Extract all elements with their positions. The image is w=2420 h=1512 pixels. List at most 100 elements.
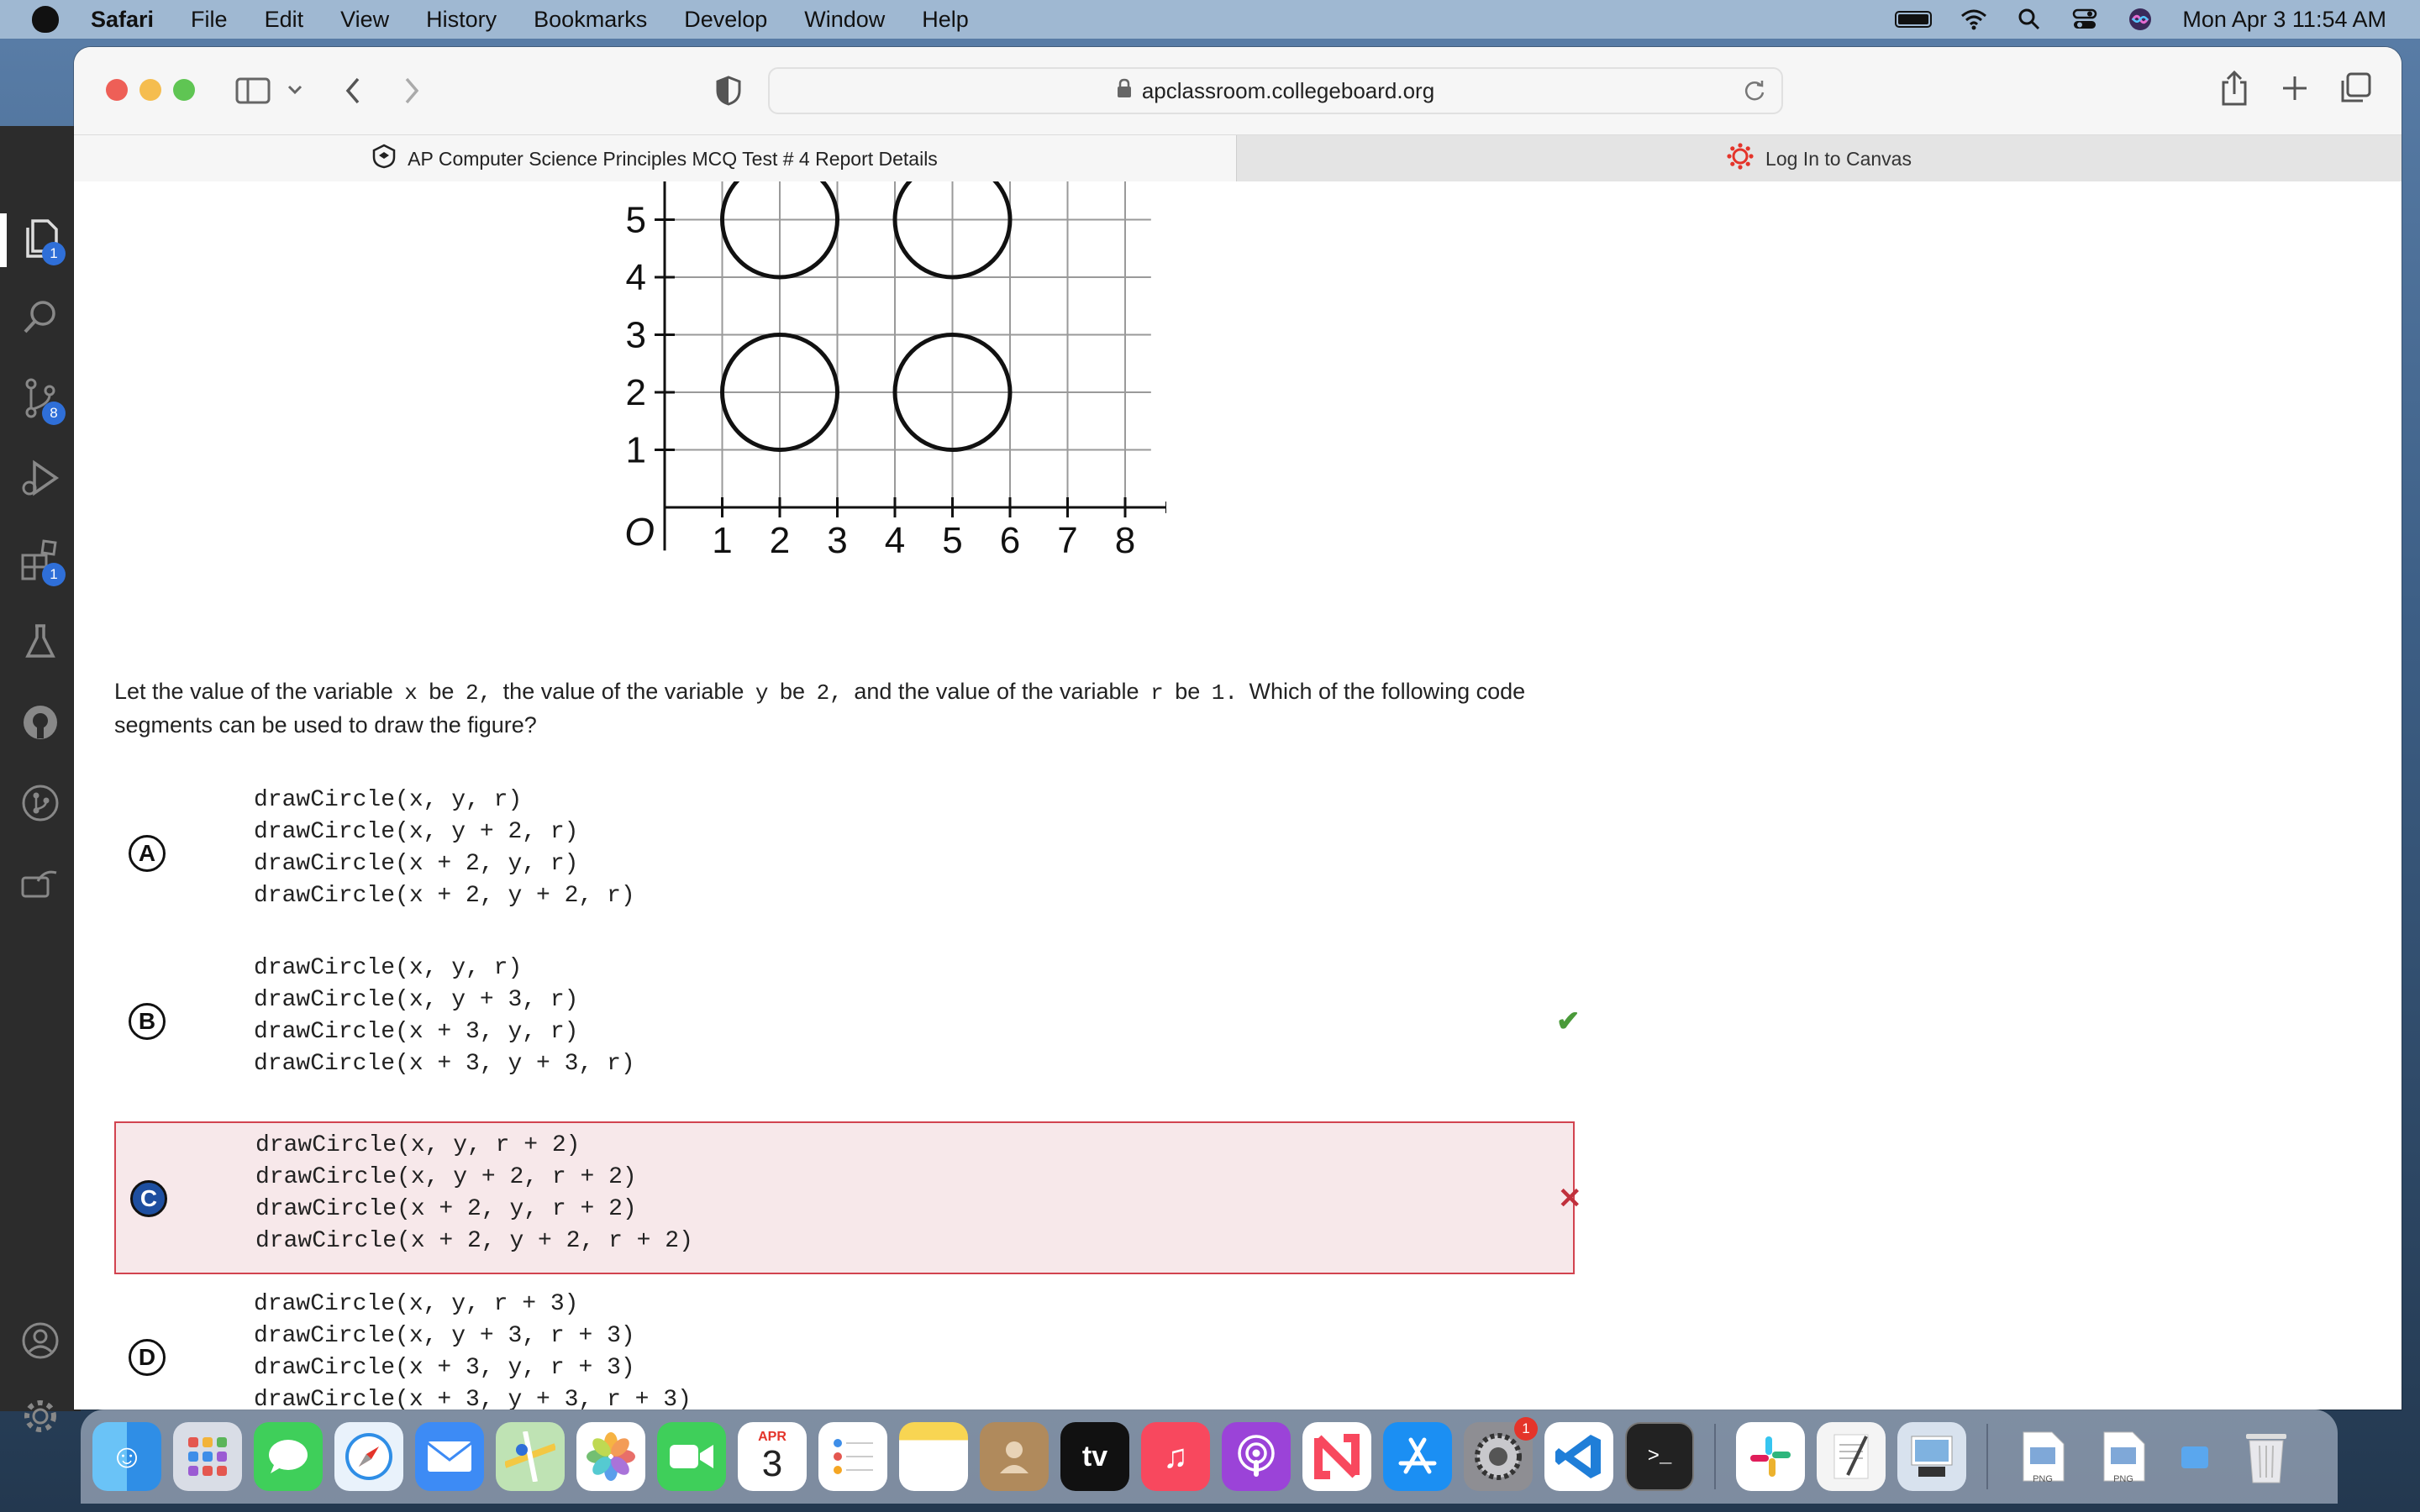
y-tick-label: 1 <box>626 430 646 471</box>
reminders-icon[interactable] <box>818 1422 887 1491</box>
calendar-day: 3 <box>761 1443 783 1484</box>
news-icon[interactable] <box>1302 1422 1371 1491</box>
preview-icon[interactable] <box>1897 1422 1966 1491</box>
close-window-button[interactable] <box>106 79 128 101</box>
png-file-label: PNG <box>2113 1474 2133 1484</box>
chevron-down-icon[interactable] <box>287 84 302 100</box>
apple-icon[interactable] <box>32 6 59 33</box>
finder-icon[interactable]: ☺ <box>92 1422 161 1491</box>
downloads-folder-icon[interactable] <box>2170 1422 2220 1491</box>
music-icon[interactable]: ♫ <box>1141 1422 1210 1491</box>
x-tick-label: 3 <box>827 520 847 561</box>
system-preferences-icon[interactable]: 1 <box>1464 1417 1538 1491</box>
x-tick-label: 1 <box>712 520 732 561</box>
photos-icon[interactable] <box>576 1422 645 1491</box>
menu-window[interactable]: Window <box>804 7 885 33</box>
tab-overview-icon[interactable] <box>2339 72 2371 108</box>
option-a[interactable]: A drawCircle(x, y, r) drawCircle(x, y + … <box>114 778 1575 931</box>
x-tick-label: 5 <box>942 520 962 561</box>
account-icon[interactable] <box>18 1319 62 1362</box>
apple-tv-icon[interactable]: tv <box>1060 1422 1129 1491</box>
png-file-icon-2[interactable]: PNG <box>2089 1422 2158 1491</box>
sidebar-toggle-icon[interactable] <box>235 77 271 108</box>
privacy-shield-icon[interactable] <box>716 76 741 110</box>
menu-file[interactable]: File <box>191 7 228 33</box>
siri-icon[interactable] <box>2127 8 2154 31</box>
extensions-icon[interactable]: 1 <box>18 538 66 586</box>
vscode-icon[interactable] <box>1544 1422 1613 1491</box>
notes-icon[interactable] <box>899 1422 968 1491</box>
tab-label: AP Computer Science Principles MCQ Test … <box>408 147 938 170</box>
menu-app-name[interactable]: Safari <box>91 7 154 33</box>
search-icon[interactable] <box>18 296 62 339</box>
minimize-window-button[interactable] <box>139 79 161 101</box>
menu-help[interactable]: Help <box>922 7 969 33</box>
spotlight-search-icon[interactable] <box>2016 8 2043 31</box>
source-control-icon[interactable]: 8 <box>18 376 66 425</box>
run-debug-icon[interactable] <box>18 457 62 501</box>
slack-icon[interactable] <box>1736 1422 1805 1491</box>
control-center-icon[interactable] <box>2071 8 2098 31</box>
git-graph-icon[interactable] <box>18 781 62 825</box>
menu-history[interactable]: History <box>426 7 497 33</box>
tab-ap-report[interactable]: AP Computer Science Principles MCQ Test … <box>74 135 1236 182</box>
share-icon[interactable] <box>2220 70 2249 110</box>
launchpad-icon[interactable] <box>173 1422 242 1491</box>
question-text-part: the value of the variable <box>502 679 744 704</box>
apple-tv-label: tv <box>1081 1440 1108 1473</box>
question-text-part: be <box>1175 679 1201 704</box>
battery-icon[interactable] <box>1895 11 1933 28</box>
png-file-label: PNG <box>2033 1474 2053 1484</box>
option-letter[interactable]: C <box>130 1180 167 1217</box>
x-tick-label: 6 <box>1000 520 1020 561</box>
menu-edit[interactable]: Edit <box>265 7 304 33</box>
maps-icon[interactable] <box>496 1422 565 1491</box>
trash-icon[interactable] <box>2232 1422 2301 1491</box>
browser-toolbar: apclassroom.collegeboard.org <box>74 47 2402 134</box>
menu-develop[interactable]: Develop <box>684 7 767 33</box>
option-code: drawCircle(x, y, r) drawCircle(x, y + 3,… <box>254 955 635 1077</box>
forward-icon[interactable] <box>402 76 422 110</box>
menu-clock[interactable]: Mon Apr 3 11:54 AM <box>2182 7 2386 33</box>
option-letter[interactable]: D <box>129 1339 166 1376</box>
page-content: 12345678123456Ox Let the value of the va… <box>74 181 2402 1410</box>
var-r: r <box>1150 680 1164 706</box>
menu-view[interactable]: View <box>340 7 389 33</box>
new-tab-plus-icon[interactable] <box>2281 74 2309 107</box>
option-letter[interactable]: A <box>129 835 166 872</box>
back-icon[interactable] <box>343 76 363 110</box>
collegeboard-icon <box>372 144 396 174</box>
explorer-icon[interactable]: 1 <box>18 217 66 265</box>
tab-canvas-login[interactable]: Log In to Canvas <box>1236 135 2402 182</box>
app-store-icon[interactable] <box>1383 1422 1452 1491</box>
manage-gear-icon[interactable] <box>18 1394 62 1438</box>
textedit-icon[interactable] <box>1817 1422 1886 1491</box>
address-text: apclassroom.collegeboard.org <box>1141 77 1435 103</box>
var-y: y <box>755 680 769 706</box>
mail-icon[interactable] <box>415 1422 484 1491</box>
question-text-part: be <box>429 679 455 704</box>
messages-icon[interactable] <box>254 1422 323 1491</box>
option-c[interactable]: C drawCircle(x, y, r + 2) drawCircle(x, … <box>114 1121 1582 1274</box>
address-bar[interactable]: apclassroom.collegeboard.org <box>768 67 1783 114</box>
testing-flask-icon[interactable] <box>18 620 62 664</box>
explorer-badge: 1 <box>42 242 66 265</box>
tab-label: Log In to Canvas <box>1765 147 1912 170</box>
calendar-icon[interactable]: APR 3 <box>738 1422 807 1491</box>
reload-icon[interactable] <box>1743 79 1766 108</box>
remote-explorer-icon[interactable] <box>18 862 62 906</box>
option-b[interactable]: B drawCircle(x, y, r) drawCircle(x, y + … <box>114 946 1581 1099</box>
terminal-icon[interactable]: >_ <box>1625 1422 1694 1491</box>
option-letter[interactable]: B <box>129 1003 166 1040</box>
png-file-icon[interactable]: PNG <box>2008 1422 2077 1491</box>
contacts-icon[interactable] <box>980 1422 1049 1491</box>
github-icon[interactable] <box>18 701 62 744</box>
y-tick-label: 3 <box>626 315 646 356</box>
zoom-window-button[interactable] <box>173 79 195 101</box>
facetime-icon[interactable] <box>657 1422 726 1491</box>
option-d[interactable]: D drawCircle(x, y, r + 3) drawCircle(x, … <box>114 1282 1575 1410</box>
podcasts-icon[interactable] <box>1222 1422 1291 1491</box>
safari-icon[interactable] <box>334 1422 403 1491</box>
wifi-icon[interactable] <box>1960 8 1987 31</box>
menu-bookmarks[interactable]: Bookmarks <box>534 7 647 33</box>
